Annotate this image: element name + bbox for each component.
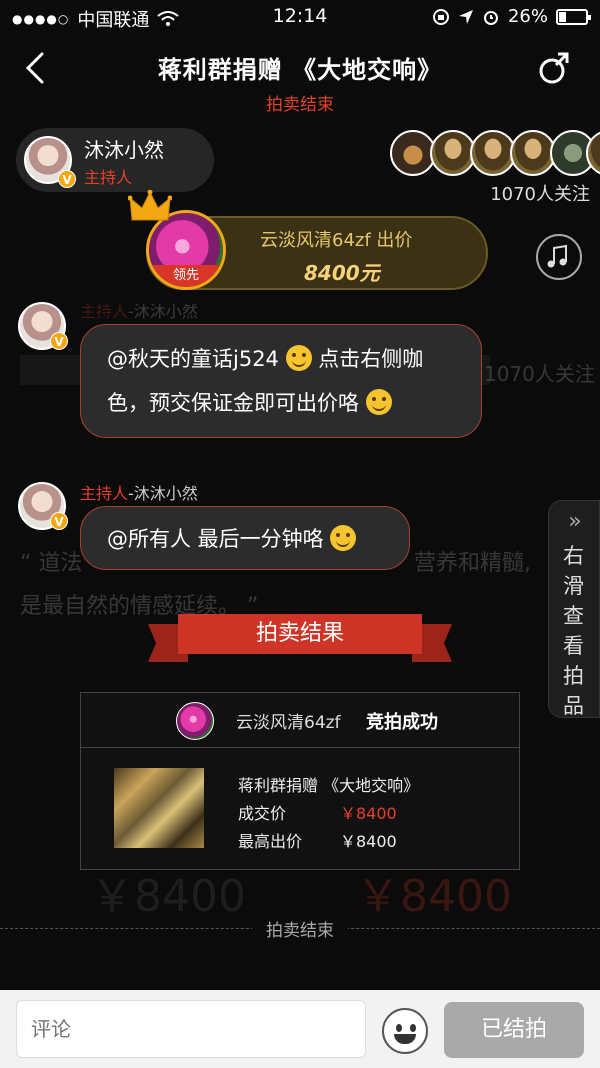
message-sender: 主持人-沐沐小然 [80, 298, 198, 322]
result-banner-label: 拍卖结果 [178, 614, 422, 654]
double-chevron-right-icon: » [568, 509, 582, 534]
lead-tag: 领先 [149, 265, 223, 287]
follower-count: 1070人关注 [490, 184, 590, 205]
winner-status: 竞拍成功 [366, 712, 438, 733]
host-card[interactable]: V 沐沐小然 主持人 [16, 128, 214, 192]
status-right: 26% [432, 6, 591, 27]
winner-avatar [176, 702, 214, 740]
message-mention: @秋天的童话j524 [107, 347, 279, 371]
verified-badge: V [50, 512, 68, 530]
message-text: @所有人 最后一分钟咯 [107, 527, 324, 551]
host-name: 沐沐小然 [84, 138, 164, 162]
verified-badge: V [58, 170, 76, 188]
comment-input[interactable] [16, 1000, 366, 1058]
auction-status: 拍卖结束 [266, 95, 334, 115]
status-bar: ●●●●○ 中国联通 12:14 26% [0, 0, 600, 34]
follower-avatars[interactable] [390, 128, 600, 178]
location-icon [458, 9, 473, 24]
side-tab-label: 右滑查看拍品 [563, 544, 584, 718]
ghost-quote-end: 营养和精髓, [414, 551, 531, 576]
ended-button[interactable]: 已结拍 [444, 1002, 584, 1058]
swipe-items-tab[interactable]: » 右滑查看拍品 [548, 500, 600, 718]
crown-icon [128, 190, 172, 221]
host-role: 主持人 [84, 168, 133, 187]
ghost-follow-count: 1070人关注 [484, 362, 595, 386]
alarm-icon [483, 10, 498, 25]
item-thumbnail[interactable] [114, 768, 204, 848]
laughing-emoji-icon [285, 345, 312, 371]
battery-fill [559, 11, 566, 22]
deal-price-label: 成交价 [238, 804, 287, 823]
end-label-text: 拍卖结束 [252, 921, 348, 941]
item-title: 蒋利群捐赠 《大地交响》 [238, 776, 420, 795]
leading-bid-label: 云淡风清64zf 出价 [260, 230, 413, 251]
smile-emoji-icon [330, 525, 357, 551]
deal-price-value: ￥8400 [340, 804, 397, 823]
end-label: 拍卖结束 [0, 916, 600, 941]
message-sender: 主持人-沐沐小然 [80, 480, 198, 504]
page-title: 蒋利群捐赠 《大地交响》 [157, 56, 443, 84]
rotation-lock-icon [432, 8, 449, 25]
sender-name: -沐沐小然 [128, 484, 198, 503]
smile-emoji-icon [365, 389, 392, 415]
leading-bid-amount: 8400元 [304, 261, 380, 285]
emoji-button[interactable] [382, 1008, 428, 1054]
winner-name: 云淡风清64zf [236, 713, 341, 733]
music-icon [547, 244, 567, 268]
ghost-quote-start: “ 道法 [20, 551, 83, 576]
battery-percent: 26% [507, 6, 548, 27]
result-banner: 拍卖结果 [148, 614, 452, 662]
chat-bubble: @所有人 最后一分钟咯 [80, 506, 410, 570]
highest-bid-label: 最高出价 [238, 832, 303, 851]
battery-icon [556, 8, 591, 25]
music-button[interactable] [536, 234, 582, 280]
divider [81, 747, 519, 748]
sender-role: 主持人 [80, 302, 129, 321]
highest-bid-value: ￥8400 [340, 832, 397, 851]
sender-role: 主持人 [80, 484, 129, 503]
share-icon[interactable] [536, 50, 570, 86]
sender-name: -沐沐小然 [128, 302, 198, 321]
verified-badge: V [50, 332, 68, 350]
chat-bubble: @秋天的童话j524 点击右侧咖色，预交保证金即可出价咯 [80, 324, 482, 438]
